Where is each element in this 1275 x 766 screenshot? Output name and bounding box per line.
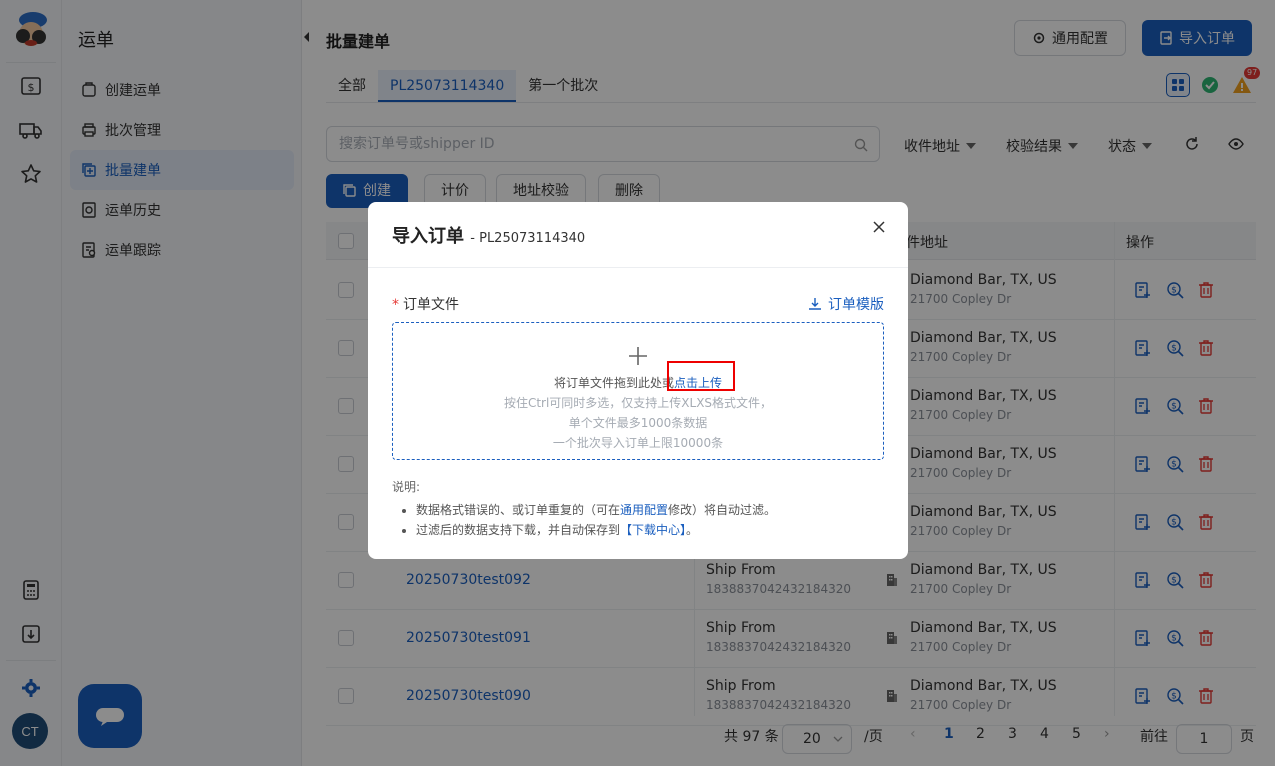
order-template-label: 订单模版 <box>828 297 884 313</box>
note-2-text-end: 。 <box>686 523 699 537</box>
highlight-box <box>667 361 735 391</box>
dialog-divider <box>368 267 908 268</box>
notes-title: 说明: <box>392 480 421 494</box>
order-file-label-text: 订单文件 <box>403 297 459 313</box>
download-center-link[interactable]: 【下载中心】 <box>620 523 686 537</box>
upload-hint-2: 单个文件最多1000条数据 <box>568 416 708 430</box>
import-orders-dialog: 导入订单 - PL25073114340 * 订单文件 订单模版 将订单文件拖到此… <box>368 202 908 559</box>
upload-hint-3: 一个批次导入订单上限10000条 <box>552 436 724 450</box>
notes-section: 说明: 数据格式错误的、或订单重复的（可在通用配置修改）将自动过滤。 过滤后的数… <box>392 478 776 541</box>
order-file-label: * 订单文件 <box>392 294 459 314</box>
plus-icon <box>627 345 649 371</box>
dialog-title-text: 导入订单 <box>392 226 464 247</box>
dialog-title: 导入订单 - PL25073114340 <box>392 222 585 248</box>
file-upload-dropzone[interactable]: 将订单文件拖到此处或点击上传 按住Ctrl可同时多选，仅支持上传XLXS格式文件… <box>392 322 884 460</box>
dropzone-instruction: 将订单文件拖到此处或点击上传 <box>393 374 883 391</box>
note-2-text: 过滤后的数据支持下载，并自动保存到 <box>416 523 621 537</box>
download-icon <box>809 298 821 310</box>
drop-text: 将订单文件拖到此处或 <box>553 376 674 390</box>
note-item: 数据格式错误的、或订单重复的（可在通用配置修改）将自动过滤。 <box>416 501 776 518</box>
required-mark: * <box>392 297 399 313</box>
note-1-text-end: 修改）将自动过滤。 <box>668 503 777 517</box>
order-template-link[interactable]: 订单模版 <box>808 294 884 314</box>
note-item: 过滤后的数据支持下载，并自动保存到【下载中心】。 <box>416 521 776 538</box>
upload-hint-1: 按住Ctrl可同时多选，仅支持上传XLXS格式文件， <box>503 396 773 410</box>
dialog-subtitle: - PL25073114340 <box>470 231 586 246</box>
general-config-link[interactable]: 通用配置 <box>620 503 668 517</box>
close-icon[interactable] <box>872 220 888 236</box>
note-1-text: 数据格式错误的、或订单重复的（可在 <box>416 503 621 517</box>
